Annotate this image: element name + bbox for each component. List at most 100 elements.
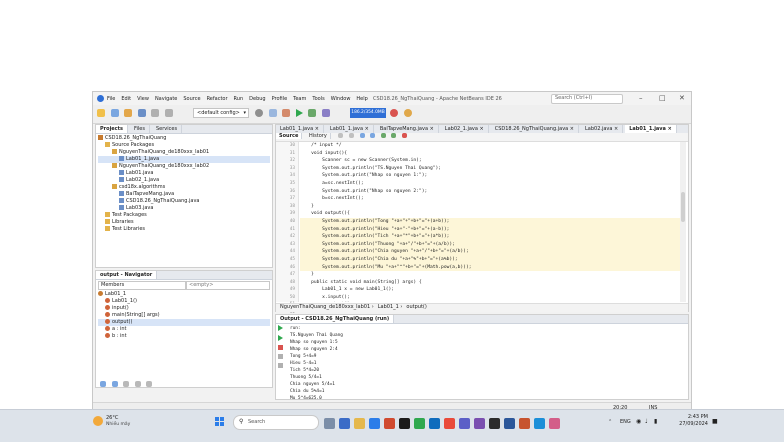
toggle-bookmark-icon[interactable] — [370, 133, 376, 138]
open-project-icon[interactable] — [124, 109, 133, 117]
editor-tab[interactable]: BaiTapveMang.java × — [376, 125, 439, 133]
word-icon[interactable] — [504, 418, 515, 429]
tab-files[interactable]: Files — [130, 125, 150, 133]
wrap-output-icon[interactable] — [278, 363, 283, 368]
config-select[interactable]: <default config> ▾ — [193, 108, 249, 118]
tree-item[interactable]: Test Libraries — [98, 226, 270, 233]
tree-item[interactable]: NguyenThaiQuang_de180xxx_lab01 — [98, 149, 270, 156]
editor-scrollbar[interactable] — [680, 142, 686, 302]
navigator-filter[interactable]: <empty> — [186, 281, 270, 290]
new-file-icon[interactable] — [110, 109, 119, 117]
navigator-item[interactable]: Lab01_1() — [98, 298, 270, 305]
members-select[interactable]: Members — [98, 281, 186, 290]
rerun-icon[interactable] — [278, 325, 283, 331]
app-icon-1[interactable] — [339, 418, 350, 429]
tree-item[interactable]: NguyenThaiQuang_de180xxx_lab02 — [98, 163, 270, 170]
teams-icon[interactable] — [459, 418, 470, 429]
debug-icon[interactable] — [308, 109, 317, 117]
netbeans-taskbar-icon[interactable] — [534, 418, 545, 429]
sort-source-icon[interactable] — [111, 381, 118, 387]
back-icon[interactable] — [338, 133, 344, 138]
memory-badge[interactable]: 186.2/354.0MB — [350, 108, 386, 118]
breadcrumb-item[interactable]: Lab01_1 — [378, 304, 399, 310]
filter-static-icon[interactable] — [134, 381, 141, 387]
start-icon[interactable] — [215, 417, 225, 427]
stop-macro-icon[interactable] — [401, 133, 407, 138]
tree-item[interactable]: Test Packages — [98, 212, 270, 219]
profiler-snapshot-icon[interactable] — [403, 109, 412, 117]
close-tab-icon[interactable]: × — [666, 126, 672, 132]
forward-icon[interactable] — [349, 133, 354, 138]
close-tab-icon[interactable]: × — [568, 126, 574, 132]
breadcrumb-item[interactable]: NguyenThaiQuang_de180xxx_lab01 — [280, 304, 370, 310]
rerun-with-params-icon[interactable] — [278, 335, 283, 341]
clear-output-icon[interactable] — [278, 354, 283, 359]
battery-icon[interactable]: ▮ — [654, 418, 657, 425]
navigator-item[interactable]: a : int — [98, 326, 270, 333]
visual-studio-icon[interactable] — [474, 418, 485, 429]
navigator-item[interactable]: input() — [98, 305, 270, 312]
close-tab-icon[interactable]: × — [478, 126, 484, 132]
task-view-icon[interactable] — [324, 418, 335, 429]
tree-item[interactable]: BaiTapveMang.java — [98, 191, 270, 198]
filter-nonpublic-icon[interactable] — [146, 381, 153, 387]
wifi-icon[interactable]: ◉ — [636, 418, 641, 425]
editor-tab[interactable]: Lab02.java × — [581, 125, 624, 133]
input-language[interactable]: ENG — [620, 419, 631, 425]
tree-item[interactable]: Libraries — [98, 219, 270, 226]
build-icon[interactable] — [268, 109, 277, 117]
editor-tab[interactable]: Lab01_1.java × — [276, 125, 324, 133]
editor-scroll-thumb[interactable] — [681, 192, 685, 222]
editor-tab[interactable]: Lab01_1.java × — [625, 125, 677, 133]
menu-item-profile[interactable]: Profile — [272, 96, 288, 102]
weather-icon[interactable] — [93, 416, 103, 426]
navigator-item[interactable]: main(String[] args) — [98, 312, 270, 319]
output-tab[interactable]: Output - CSD18.26_NgThaiQuang (run) — [276, 315, 395, 323]
shift-right-icon[interactable] — [391, 133, 397, 138]
menu-item-tools[interactable]: Tools — [312, 96, 324, 102]
navigator-item[interactable]: Lab01_1 — [98, 291, 270, 298]
tray-chevron-icon[interactable]: ⌃ — [608, 419, 612, 425]
menu-item-refactor[interactable]: Refactor — [207, 96, 228, 102]
tree-item[interactable]: Lab03.java — [98, 205, 270, 212]
breadcrumb-item[interactable]: output() — [406, 304, 426, 310]
navigator-tab[interactable]: output - Navigator — [96, 271, 158, 279]
redo-icon[interactable] — [164, 109, 173, 117]
navigator-item[interactable]: output() — [98, 319, 270, 326]
clean-build-icon[interactable] — [282, 109, 291, 117]
tree-item[interactable]: CSD18.26_NgThaiQuang.java — [98, 198, 270, 205]
undo-icon[interactable] — [151, 109, 160, 117]
menu-item-file[interactable]: File — [107, 96, 115, 102]
file-explorer-icon[interactable] — [354, 418, 365, 429]
output-console[interactable]: run: TS.Nguyen Thai Quang Nhap so nguyen 1… — [290, 325, 680, 402]
run-icon[interactable] — [295, 109, 303, 117]
menu-item-navigate[interactable]: Navigate — [155, 96, 177, 102]
edge-icon[interactable] — [369, 418, 380, 429]
menu-item-debug[interactable]: Debug — [249, 96, 265, 102]
minimize-icon[interactable]: – — [639, 94, 643, 102]
source-subtab[interactable]: Source — [276, 133, 303, 139]
store-icon[interactable] — [429, 418, 440, 429]
profile-icon[interactable] — [321, 109, 330, 117]
chrome-icon[interactable] — [444, 418, 455, 429]
new-project-icon[interactable] — [97, 109, 105, 117]
settings-icon[interactable] — [255, 109, 263, 117]
terminal-icon[interactable] — [399, 418, 410, 429]
powerpoint-icon[interactable] — [519, 418, 530, 429]
editor-tab[interactable]: Lab01_1.java × — [326, 125, 374, 133]
menu-item-source[interactable]: Source — [183, 96, 200, 102]
close-window-icon[interactable]: ✕ — [679, 94, 685, 102]
close-tab-icon[interactable]: × — [428, 126, 434, 132]
save-all-icon[interactable] — [137, 109, 146, 117]
shift-left-icon[interactable] — [380, 133, 386, 138]
menu-item-view[interactable]: View — [137, 96, 149, 102]
close-tab-icon[interactable]: × — [612, 126, 618, 132]
menu-item-window[interactable]: Window — [331, 96, 351, 102]
close-tab-icon[interactable]: × — [313, 126, 319, 132]
tree-item[interactable]: Lab02_1.java — [98, 177, 270, 184]
tree-item[interactable]: Source Packages — [98, 142, 270, 149]
taskbar-search[interactable]: ⚲ Search — [233, 415, 319, 430]
app-icon-2[interactable] — [414, 418, 425, 429]
tab-projects[interactable]: Projects — [96, 125, 129, 133]
sort-name-icon[interactable] — [100, 381, 106, 387]
